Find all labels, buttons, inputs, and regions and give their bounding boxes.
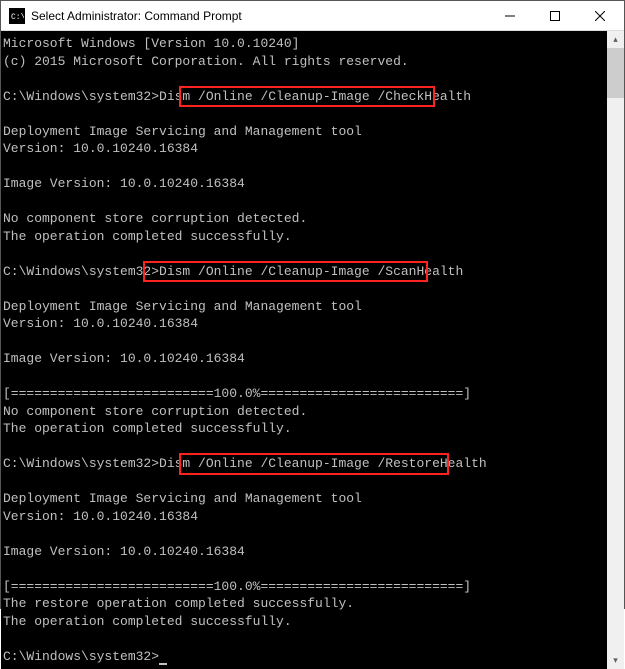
window-title: Select Administrator: Command Prompt: [31, 9, 487, 23]
app-icon: C:\: [9, 8, 25, 24]
console-area: Microsoft Windows [Version 10.0.10240](c…: [1, 31, 624, 669]
console-line: [3, 280, 605, 298]
console-line: [3, 368, 605, 386]
command-prompt-window: C:\ Select Administrator: Command Prompt…: [0, 0, 625, 609]
console-line: [3, 630, 605, 648]
console-line: The operation completed successfully.: [3, 613, 605, 631]
console-line: The operation completed successfully.: [3, 228, 605, 246]
console-line: [3, 333, 605, 351]
console-line: [3, 560, 605, 578]
console-line: C:\Windows\system32>Dism /Online /Cleanu…: [3, 263, 605, 281]
scroll-up-arrow[interactable]: ▴: [607, 31, 624, 48]
console-line: Version: 10.0.10240.16384: [3, 315, 605, 333]
console-line: Image Version: 10.0.10240.16384: [3, 350, 605, 368]
console-line: [3, 525, 605, 543]
console-line: Deployment Image Servicing and Managemen…: [3, 123, 605, 141]
console-line: Deployment Image Servicing and Managemen…: [3, 298, 605, 316]
console-line: Deployment Image Servicing and Managemen…: [3, 490, 605, 508]
console-line: C:\Windows\system32>Dism /Online /Cleanu…: [3, 88, 605, 106]
console-line: [3, 473, 605, 491]
vertical-scrollbar[interactable]: ▴ ▾: [607, 31, 624, 669]
console-line: No component store corruption detected.: [3, 210, 605, 228]
close-button[interactable]: [577, 1, 622, 30]
console-line: [3, 245, 605, 263]
console-line: [3, 158, 605, 176]
console-line: Image Version: 10.0.10240.16384: [3, 175, 605, 193]
minimize-button[interactable]: [487, 1, 532, 30]
svg-text:C:\: C:\: [11, 13, 24, 22]
console-line: [3, 70, 605, 88]
text-cursor: [159, 663, 167, 665]
console-line: Version: 10.0.10240.16384: [3, 508, 605, 526]
console-output[interactable]: Microsoft Windows [Version 10.0.10240](c…: [1, 31, 607, 669]
console-line: Microsoft Windows [Version 10.0.10240]: [3, 35, 605, 53]
console-line: C:\Windows\system32>Dism /Online /Cleanu…: [3, 455, 605, 473]
console-line: [==========================100.0%=======…: [3, 385, 605, 403]
console-line: Image Version: 10.0.10240.16384: [3, 543, 605, 561]
console-line: [3, 438, 605, 456]
window-controls: [487, 1, 622, 30]
maximize-button[interactable]: [532, 1, 577, 30]
console-line: [3, 193, 605, 211]
scroll-down-arrow[interactable]: ▾: [607, 652, 624, 669]
console-line: [==========================100.0%=======…: [3, 578, 605, 596]
console-line: C:\Windows\system32>: [3, 648, 605, 666]
console-line: Version: 10.0.10240.16384: [3, 140, 605, 158]
scroll-thumb[interactable]: [607, 48, 624, 98]
console-line: The operation completed successfully.: [3, 420, 605, 438]
console-line: (c) 2015 Microsoft Corporation. All righ…: [3, 53, 605, 71]
titlebar[interactable]: C:\ Select Administrator: Command Prompt: [1, 1, 624, 31]
console-line: No component store corruption detected.: [3, 403, 605, 421]
console-line: The restore operation completed successf…: [3, 595, 605, 613]
console-line: [3, 105, 605, 123]
